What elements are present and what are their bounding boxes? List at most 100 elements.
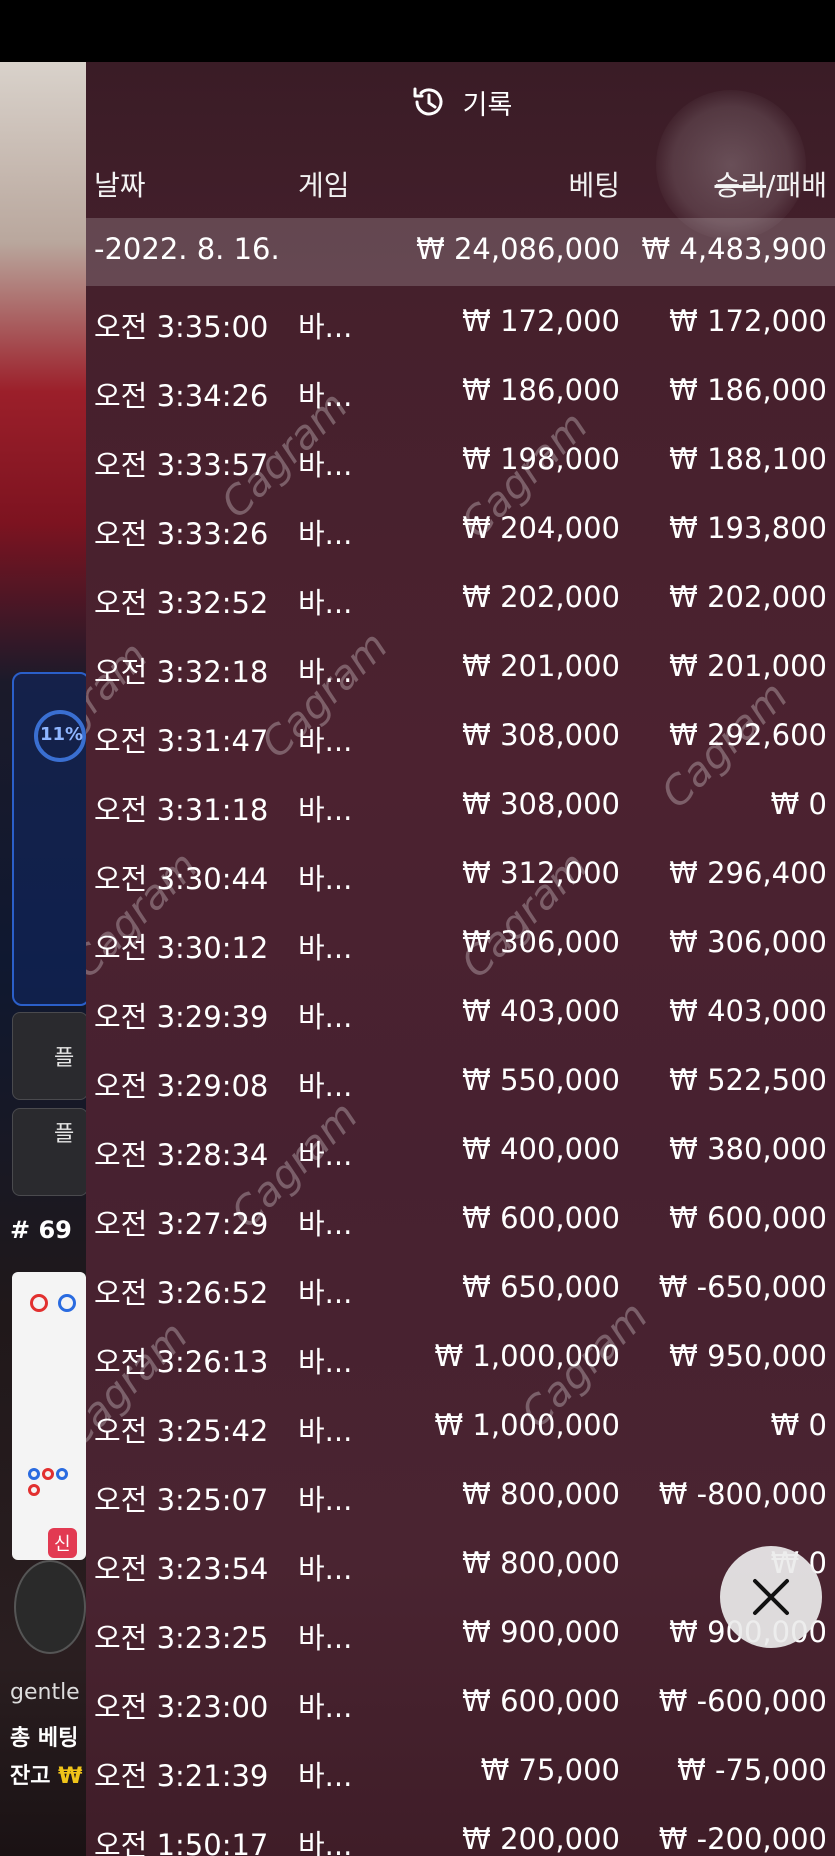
history-row[interactable]: 오전 3:26:52 바... ₩ 650,000 ₩ -650,000 bbox=[86, 1256, 835, 1325]
row-game: 바... bbox=[298, 931, 353, 965]
row-time: 오전 3:31:47 bbox=[94, 724, 269, 758]
row-time: 오전 3:29:08 bbox=[94, 1069, 269, 1103]
column-header: 날짜 게임 베팅 승리/패배 bbox=[86, 146, 835, 218]
row-game: 바... bbox=[298, 793, 353, 827]
history-row[interactable]: 오전 3:34:26 바... ₩ 186,000 ₩ 186,000 bbox=[86, 359, 835, 428]
row-win-loss: ₩ 950,000 bbox=[669, 1339, 827, 1373]
history-row[interactable]: 오전 3:29:08 바... ₩ 550,000 ₩ 522,500 bbox=[86, 1049, 835, 1118]
column-win-label: 승리 bbox=[714, 169, 767, 202]
row-bet: ₩ 186,000 bbox=[462, 373, 620, 407]
bead-road bbox=[12, 1272, 86, 1560]
row-bet: ₩ 550,000 bbox=[462, 1063, 620, 1097]
history-row[interactable]: 오전 3:25:07 바... ₩ 800,000 ₩ -800,000 bbox=[86, 1463, 835, 1532]
row-bet: ₩ 900,000 bbox=[462, 1615, 620, 1649]
row-time: 오전 3:21:39 bbox=[94, 1759, 269, 1793]
row-bet: ₩ 800,000 bbox=[462, 1477, 620, 1511]
row-bet: ₩ 308,000 bbox=[462, 787, 620, 821]
history-row[interactable]: 오전 3:31:18 바... ₩ 308,000 ₩ 0 bbox=[86, 773, 835, 842]
history-row[interactable]: 오전 3:32:18 바... ₩ 201,000 ₩ 201,000 bbox=[86, 635, 835, 704]
row-time: 오전 3:29:39 bbox=[94, 1000, 269, 1034]
column-win-loss[interactable]: 승리/패배 bbox=[715, 164, 828, 204]
row-win-loss: ₩ 380,000 bbox=[669, 1132, 827, 1166]
road-marker-blue bbox=[58, 1294, 76, 1312]
row-bet: ₩ 600,000 bbox=[462, 1201, 620, 1235]
balance-currency: ₩ bbox=[58, 1764, 83, 1789]
row-game: 바... bbox=[298, 1414, 353, 1448]
row-bet: ₩ 202,000 bbox=[462, 580, 620, 614]
row-game: 바... bbox=[298, 1690, 353, 1724]
row-bet: ₩ 650,000 bbox=[462, 1270, 620, 1304]
row-win-loss: ₩ 186,000 bbox=[669, 373, 827, 407]
row-win-loss: ₩ -200,000 bbox=[658, 1822, 827, 1856]
row-win-loss: ₩ 172,000 bbox=[669, 304, 827, 338]
column-bet[interactable]: 베팅 bbox=[568, 164, 620, 204]
row-win-loss: ₩ -650,000 bbox=[658, 1270, 827, 1304]
row-game: 바... bbox=[298, 1000, 353, 1034]
background-button-2-label: 플 bbox=[54, 1122, 75, 1147]
row-game: 바... bbox=[298, 1621, 353, 1655]
row-time: 오전 3:28:34 bbox=[94, 1138, 269, 1172]
row-game: 바... bbox=[298, 862, 353, 896]
status-bar bbox=[0, 0, 835, 62]
summary-row[interactable]: -2022. 8. 16. ₩ 24,086,000 ₩ 4,483,900 bbox=[86, 218, 835, 286]
panel-header: 기록 bbox=[86, 62, 835, 142]
row-win-loss: ₩ 202,000 bbox=[669, 580, 827, 614]
road-marker-red bbox=[28, 1484, 40, 1496]
history-row[interactable]: 오전 3:26:13 바... ₩ 1,000,000 ₩ 950,000 bbox=[86, 1325, 835, 1394]
column-date[interactable]: 날짜 bbox=[94, 164, 146, 204]
row-win-loss: ₩ -75,000 bbox=[677, 1753, 827, 1787]
history-row[interactable]: 오전 3:27:29 바... ₩ 600,000 ₩ 600,000 bbox=[86, 1187, 835, 1256]
close-button[interactable] bbox=[720, 1546, 822, 1648]
row-bet: ₩ 172,000 bbox=[462, 304, 620, 338]
panel-title: 기록 bbox=[462, 89, 513, 121]
summary-win-total: ₩ 4,483,900 bbox=[641, 232, 827, 266]
summary-bet-total: ₩ 24,086,000 bbox=[416, 232, 620, 266]
row-time: 오전 3:23:54 bbox=[94, 1552, 269, 1586]
history-row[interactable]: 오전 3:25:42 바... ₩ 1,000,000 ₩ 0 bbox=[86, 1394, 835, 1463]
row-bet: ₩ 600,000 bbox=[462, 1684, 620, 1718]
row-bet: ₩ 800,000 bbox=[462, 1546, 620, 1580]
row-game: 바... bbox=[298, 1207, 353, 1241]
road-marker-red bbox=[42, 1468, 54, 1480]
new-badge: 신 bbox=[48, 1528, 77, 1558]
row-win-loss: ₩ -800,000 bbox=[658, 1477, 827, 1511]
row-win-loss: ₩ 403,000 bbox=[669, 994, 827, 1028]
background-button-1 bbox=[12, 1012, 88, 1100]
row-bet: ₩ 201,000 bbox=[462, 649, 620, 683]
row-game: 바... bbox=[298, 1345, 353, 1379]
summary-date: -2022. 8. 16. bbox=[94, 232, 280, 266]
history-row[interactable]: 오전 3:23:00 바... ₩ 600,000 ₩ -600,000 bbox=[86, 1670, 835, 1739]
row-time: 오전 1:50:17 bbox=[94, 1828, 269, 1856]
road-marker-red bbox=[30, 1294, 48, 1312]
row-bet: ₩ 200,000 bbox=[462, 1822, 620, 1856]
row-bet: ₩ 400,000 bbox=[462, 1132, 620, 1166]
history-row[interactable]: 오전 1:50:17 바... ₩ 200,000 ₩ -200,000 bbox=[86, 1808, 835, 1856]
history-row[interactable]: 오전 3:29:39 바... ₩ 403,000 ₩ 403,000 bbox=[86, 980, 835, 1049]
row-win-loss: ₩ 188,100 bbox=[669, 442, 827, 476]
row-time: 오전 3:35:00 bbox=[94, 310, 269, 344]
row-time: 오전 3:25:07 bbox=[94, 1483, 269, 1517]
row-game: 바... bbox=[298, 1828, 353, 1856]
row-win-loss: ₩ 193,800 bbox=[669, 511, 827, 545]
history-row[interactable]: 오전 3:33:57 바... ₩ 198,000 ₩ 188,100 bbox=[86, 428, 835, 497]
row-time: 오전 3:34:26 bbox=[94, 379, 269, 413]
row-time: 오전 3:26:52 bbox=[94, 1276, 269, 1310]
row-game: 바... bbox=[298, 1552, 353, 1586]
row-win-loss: ₩ 600,000 bbox=[669, 1201, 827, 1235]
round-number: # 69 bbox=[10, 1216, 72, 1244]
background-button-1-label: 플 bbox=[54, 1046, 75, 1071]
history-row[interactable]: 오전 3:21:39 바... ₩ 75,000 ₩ -75,000 bbox=[86, 1739, 835, 1808]
chip-button bbox=[14, 1560, 86, 1654]
balance-label-text: 잔고 bbox=[10, 1764, 51, 1789]
column-loss-label: /패배 bbox=[766, 169, 827, 202]
road-marker-blue bbox=[28, 1468, 40, 1480]
row-time: 오전 3:31:18 bbox=[94, 793, 269, 827]
total-bet-label: 총 베팅 bbox=[10, 1726, 79, 1751]
row-time: 오전 3:23:00 bbox=[94, 1690, 269, 1724]
background-button-2 bbox=[12, 1108, 88, 1196]
history-row[interactable]: 오전 3:28:34 바... ₩ 400,000 ₩ 380,000 bbox=[86, 1118, 835, 1187]
history-row[interactable]: 오전 3:35:00 바... ₩ 172,000 ₩ 172,000 bbox=[86, 290, 835, 359]
column-game[interactable]: 게임 bbox=[298, 164, 350, 204]
history-row[interactable]: 오전 3:32:52 바... ₩ 202,000 ₩ 202,000 bbox=[86, 566, 835, 635]
history-list[interactable]: 오전 3:35:00 바... ₩ 172,000 ₩ 172,000 오전 3:34:… bbox=[86, 290, 835, 1856]
